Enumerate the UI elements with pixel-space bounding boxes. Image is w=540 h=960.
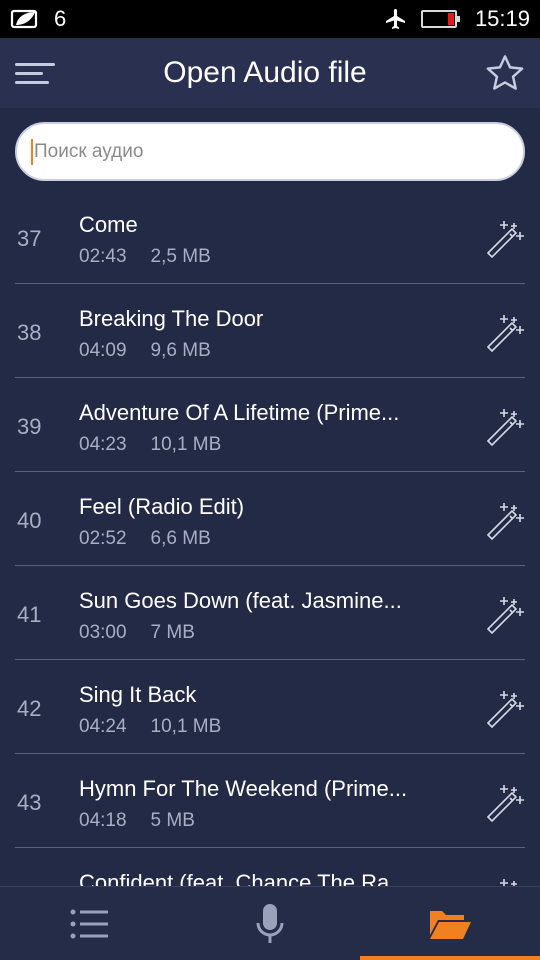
leaf-notification-icon — [10, 9, 38, 29]
track-number: 41 — [17, 602, 42, 627]
track-number: 38 — [17, 320, 42, 345]
track-meta: 04:24 10,1 MB — [79, 716, 221, 738]
track-title: Sun Goes Down (feat. Jasmine... — [79, 588, 402, 613]
track-title: Sing It Back — [79, 682, 197, 707]
search-placeholder: Поиск аудио — [34, 140, 144, 162]
magic-wand-icon[interactable] — [484, 594, 526, 636]
track-row[interactable]: 38 Breaking The Door 04:09 9,6 MB — [0, 284, 540, 378]
track-duration: 04:24 — [79, 716, 127, 737]
bottom-navigation — [0, 886, 540, 960]
magic-wand-icon[interactable] — [484, 218, 526, 260]
track-row[interactable]: 37 Come 02:43 2,5 MB — [0, 190, 540, 284]
track-duration: 02:52 — [79, 528, 127, 549]
track-title: Hymn For The Weekend (Prime... — [79, 776, 408, 801]
magic-wand-icon[interactable] — [484, 688, 526, 730]
star-icon — [486, 55, 524, 90]
track-duration: 02:43 — [79, 246, 127, 267]
track-number: 40 — [17, 508, 42, 533]
menu-button[interactable] — [0, 38, 70, 108]
favorite-button[interactable] — [470, 38, 540, 108]
tab-list[interactable] — [0, 887, 180, 960]
list-icon — [70, 909, 108, 938]
app-toolbar: Open Audio file — [0, 38, 540, 108]
track-duration: 04:09 — [79, 340, 127, 361]
track-size: 2,5 MB — [150, 246, 211, 267]
text-cursor — [31, 138, 33, 165]
search-bar: Поиск аудио — [15, 122, 525, 181]
track-row[interactable]: 43 Hymn For The Weekend (Prime... 04:18 5 M… — [0, 754, 540, 848]
track-duration: 04:18 — [79, 810, 127, 831]
track-title: Confident (feat. Chance The Ra — [79, 870, 390, 886]
track-meta: 04:18 5 MB — [79, 810, 195, 832]
track-meta: 04:23 10,1 MB — [79, 434, 221, 456]
clock: 15:19 — [474, 6, 530, 31]
track-number: 37 — [17, 226, 42, 251]
microphone-icon — [256, 903, 284, 943]
magic-wand-icon[interactable] — [484, 312, 526, 354]
tab-open-file[interactable] — [360, 887, 540, 960]
hamburger-menu-icon — [15, 57, 55, 90]
track-meta: 04:09 9,6 MB — [79, 340, 211, 362]
track-row[interactable]: 40 Feel (Radio Edit) 02:52 6,6 MB — [0, 472, 540, 566]
magic-wand-icon[interactable] — [484, 406, 526, 448]
track-size: 5 MB — [150, 810, 195, 831]
search-input[interactable]: Поиск аудио — [15, 122, 525, 181]
track-meta: 02:43 2,5 MB — [79, 246, 211, 268]
track-size: 10,1 MB — [150, 434, 222, 455]
page-title: Open Audio file — [163, 56, 367, 89]
magic-wand-icon[interactable] — [484, 876, 526, 886]
track-title: Feel (Radio Edit) — [79, 494, 245, 519]
track-number: 42 — [17, 696, 42, 721]
track-meta: 02:52 6,6 MB — [79, 528, 211, 550]
magic-wand-icon[interactable] — [484, 500, 526, 542]
airplane-mode-icon — [385, 9, 405, 29]
track-duration: 04:23 — [79, 434, 127, 455]
magic-wand-icon[interactable] — [484, 782, 526, 824]
track-row[interactable]: 39 Adventure Of A Lifetime (Prime... 04:23… — [0, 378, 540, 472]
track-title: Breaking The Door — [79, 306, 264, 331]
track-duration: 03:00 — [79, 622, 127, 643]
track-title: Adventure Of A Lifetime (Prime... — [79, 400, 400, 425]
open-folder-icon — [430, 910, 471, 939]
track-size: 6,6 MB — [150, 528, 211, 549]
track-list: 37 Come 02:43 2,5 MB 38 Breaking The Door 04:0… — [0, 190, 540, 886]
tab-record[interactable] — [180, 887, 360, 960]
track-size: 9,6 MB — [150, 340, 211, 361]
track-size: 7 MB — [150, 622, 195, 643]
status-bar: 6 15:19 — [0, 0, 540, 38]
notification-count: 6 — [54, 6, 67, 31]
track-number: 39 — [17, 414, 42, 439]
track-size: 10,1 MB — [150, 716, 222, 737]
track-number: 43 — [17, 790, 42, 815]
track-row[interactable]: 42 Sing It Back 04:24 10,1 MB — [0, 660, 540, 754]
track-row[interactable]: 41 Sun Goes Down (feat. Jasmine... 03:00 7 … — [0, 566, 540, 660]
battery-low-icon — [420, 10, 460, 28]
track-meta: 03:00 7 MB — [79, 622, 195, 644]
track-title: Come — [79, 212, 138, 237]
track-row[interactable]: 44Confident (feat. Chance The Ra — [0, 848, 540, 886]
